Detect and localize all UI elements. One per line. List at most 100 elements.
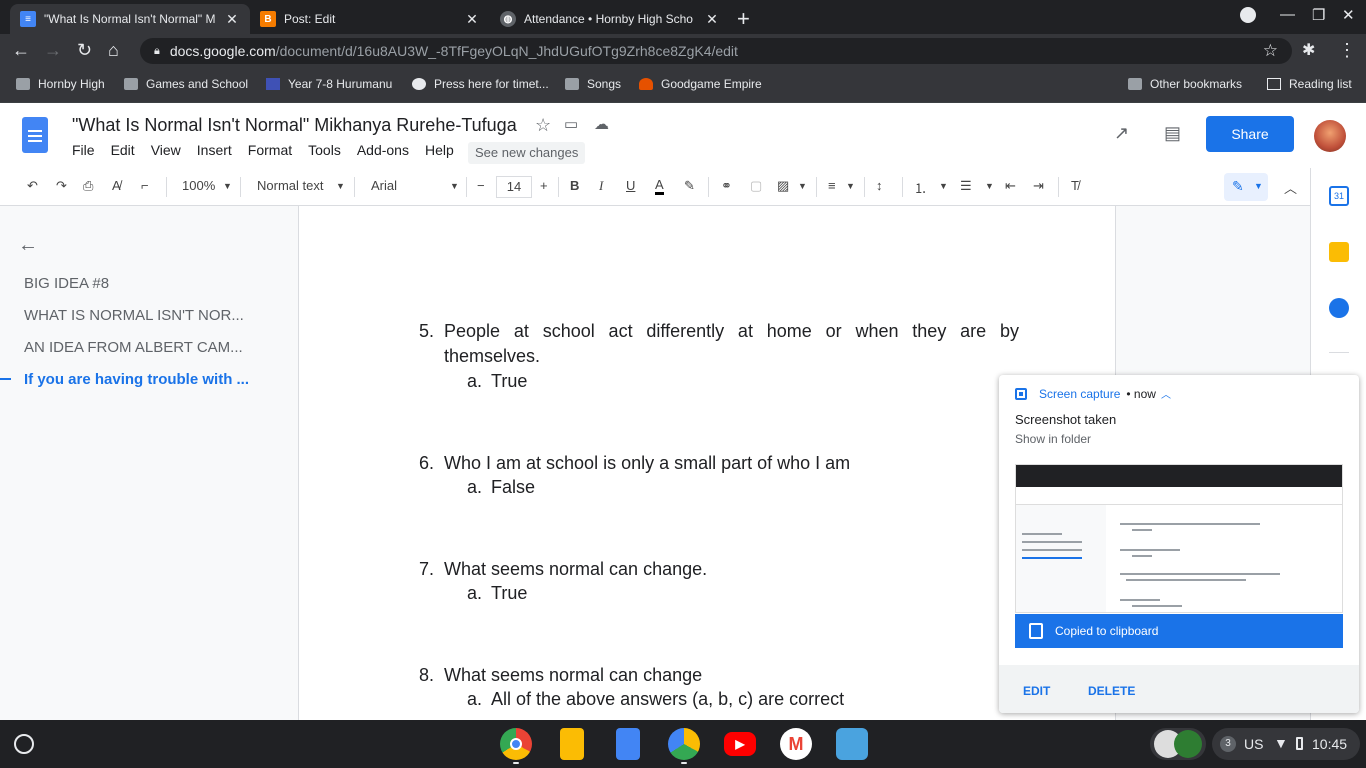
screenshot-thumbnail[interactable] — [1015, 464, 1343, 613]
docs-app-icon[interactable] — [616, 728, 640, 760]
chevron-up-icon[interactable]: ︿ — [1161, 386, 1171, 401]
collapse-toolbar-icon[interactable]: ︿ — [1284, 178, 1297, 197]
thumbnail-line — [1022, 533, 1062, 535]
menu-view[interactable]: View — [151, 142, 181, 158]
font-size-input[interactable]: 14 — [496, 176, 532, 198]
close-icon[interactable]: ✕ — [224, 11, 240, 28]
outline-item[interactable]: AN IDEA FROM ALBERT CAM... — [24, 339, 254, 356]
document-title[interactable]: "What Is Normal Isn't Normal" Mikhanya R… — [72, 115, 517, 136]
bold-icon[interactable]: B — [570, 178, 579, 193]
tab-search-icon[interactable] — [1240, 7, 1256, 23]
paint-format-icon[interactable]: ⌐ — [141, 178, 149, 193]
minimize-icon[interactable]: — — [1280, 6, 1295, 23]
close-window-icon[interactable]: ✕ — [1342, 6, 1355, 24]
chrome-app-icon[interactable] — [500, 728, 532, 760]
keep-icon[interactable] — [1329, 242, 1349, 262]
gmail-app-icon[interactable]: M — [780, 728, 812, 760]
outline-item-active[interactable]: If you are having trouble with ... — [24, 371, 254, 388]
outline-item[interactable]: BIG IDEA #8 — [24, 275, 254, 292]
bookmark-star-icon[interactable]: ☆ — [1263, 41, 1278, 61]
avatar[interactable] — [1314, 120, 1346, 152]
bookmark-item[interactable]: Games and School — [124, 77, 248, 91]
cloud-status-icon[interactable]: ☁ — [594, 115, 609, 133]
calendar-icon[interactable]: 31 — [1329, 186, 1349, 206]
extensions-icon[interactable]: ✱ — [1302, 40, 1315, 60]
style-select[interactable]: Normal text — [257, 178, 323, 193]
menu-addons[interactable]: Add-ons — [357, 142, 409, 158]
increase-font-icon[interactable]: + — [540, 178, 548, 193]
link-icon[interactable]: ⚭ — [721, 178, 732, 194]
tab-attendance[interactable]: ◍ Attendance • Hornby High Scho ✕ — [490, 4, 730, 34]
numbered-list-icon[interactable]: ⒈ — [914, 178, 927, 197]
highlight-icon[interactable]: ✎ — [684, 178, 695, 194]
edit-button[interactable]: EDIT — [1023, 684, 1050, 698]
menu-file[interactable]: File — [72, 142, 95, 158]
bookmark-item[interactable]: Reading list — [1267, 77, 1352, 91]
menu-help[interactable]: Help — [425, 142, 454, 158]
bookmark-item[interactable]: Other bookmarks — [1128, 77, 1242, 91]
clear-formatting-icon[interactable]: T̸ — [1071, 178, 1079, 193]
editing-mode-button[interactable]: ✎ ▼ — [1224, 173, 1268, 201]
print-icon[interactable]: ⎙ — [83, 178, 93, 194]
close-icon[interactable]: ✕ — [704, 11, 720, 28]
close-icon[interactable]: ✕ — [464, 11, 480, 28]
bulleted-list-icon[interactable]: ☰ — [960, 178, 972, 194]
insert-image-icon[interactable]: ▨ — [777, 178, 789, 194]
menu-icon[interactable]: ⋮ — [1338, 40, 1356, 61]
forward-icon[interactable]: → — [44, 40, 62, 61]
launcher-icon[interactable] — [14, 734, 34, 754]
comments-icon[interactable]: ▤ — [1164, 123, 1181, 144]
delete-button[interactable]: DELETE — [1088, 684, 1135, 698]
clipboard-icon — [1029, 623, 1043, 639]
bookmark-item[interactable]: Press here for timet... — [412, 77, 549, 91]
activity-trend-icon[interactable]: ↗ — [1114, 123, 1129, 144]
scratch-app-icon[interactable] — [836, 728, 868, 760]
slides-app-icon[interactable] — [560, 728, 584, 760]
bookmark-item[interactable]: Year 7-8 Hurumanu — [266, 77, 392, 91]
zoom-select[interactable]: 100% — [182, 178, 215, 193]
font-select[interactable]: Arial — [371, 178, 397, 193]
back-arrow-icon[interactable]: ← — [18, 234, 38, 257]
tab-blogger[interactable]: B Post: Edit ✕ — [250, 4, 490, 34]
decrease-font-icon[interactable]: − — [477, 178, 485, 193]
reload-icon[interactable]: ↻ — [77, 40, 92, 61]
back-icon[interactable]: ← — [12, 40, 30, 61]
new-tab-icon[interactable]: + — [737, 6, 750, 32]
show-in-folder-link[interactable]: Show in folder — [1015, 432, 1091, 446]
address-bar[interactable]: 🔒︎ docs.google.com/document/d/16u8AU3W_-… — [140, 38, 1292, 64]
youtube-app-icon[interactable]: ▶ — [724, 732, 756, 756]
move-folder-icon[interactable]: ▭ — [564, 115, 578, 133]
holding-space[interactable] — [1150, 728, 1206, 760]
undo-icon[interactable]: ↶ — [27, 178, 38, 194]
see-new-changes-button[interactable]: See new changes — [468, 142, 586, 164]
line-spacing-icon[interactable]: ↕ — [876, 178, 883, 193]
underline-icon[interactable]: U — [626, 178, 635, 193]
spellcheck-icon[interactable]: A̸ — [112, 178, 121, 193]
bookmark-item[interactable]: Goodgame Empire — [639, 77, 762, 91]
menu-insert[interactable]: Insert — [197, 142, 232, 158]
folder-icon — [16, 78, 30, 90]
restore-icon[interactable]: ❐ — [1312, 6, 1325, 24]
home-icon[interactable]: ⌂ — [108, 40, 119, 61]
align-icon[interactable]: ≡ — [828, 178, 836, 193]
menu-tools[interactable]: Tools — [308, 142, 341, 158]
redo-icon[interactable]: ↷ — [56, 178, 67, 194]
document-page[interactable]: 5. People at school act differently at h… — [298, 206, 1116, 720]
increase-indent-icon[interactable]: ⇥ — [1033, 178, 1044, 194]
bookmark-item[interactable]: Songs — [565, 77, 621, 91]
tasks-icon[interactable] — [1329, 298, 1349, 318]
italic-icon[interactable]: I — [599, 178, 603, 194]
menu-format[interactable]: Format — [248, 142, 292, 158]
tab-docs[interactable]: ≡ "What Is Normal Isn't Normal" M ✕ — [10, 4, 250, 34]
decrease-indent-icon[interactable]: ⇤ — [1005, 178, 1016, 194]
star-icon[interactable]: ☆ — [535, 115, 551, 136]
add-comment-icon[interactable]: ▢ — [750, 178, 762, 194]
drive-app-icon[interactable] — [668, 728, 700, 760]
share-button[interactable]: Share — [1206, 116, 1294, 152]
status-tray[interactable]: 3 US ▼ 10:45 — [1212, 728, 1360, 760]
bookmark-item[interactable]: Hornby High — [16, 77, 105, 91]
menu-edit[interactable]: Edit — [111, 142, 135, 158]
docs-logo-icon[interactable] — [22, 117, 48, 153]
text-color-icon[interactable]: A — [655, 178, 664, 195]
outline-item[interactable]: WHAT IS NORMAL ISN'T NOR... — [24, 307, 254, 324]
